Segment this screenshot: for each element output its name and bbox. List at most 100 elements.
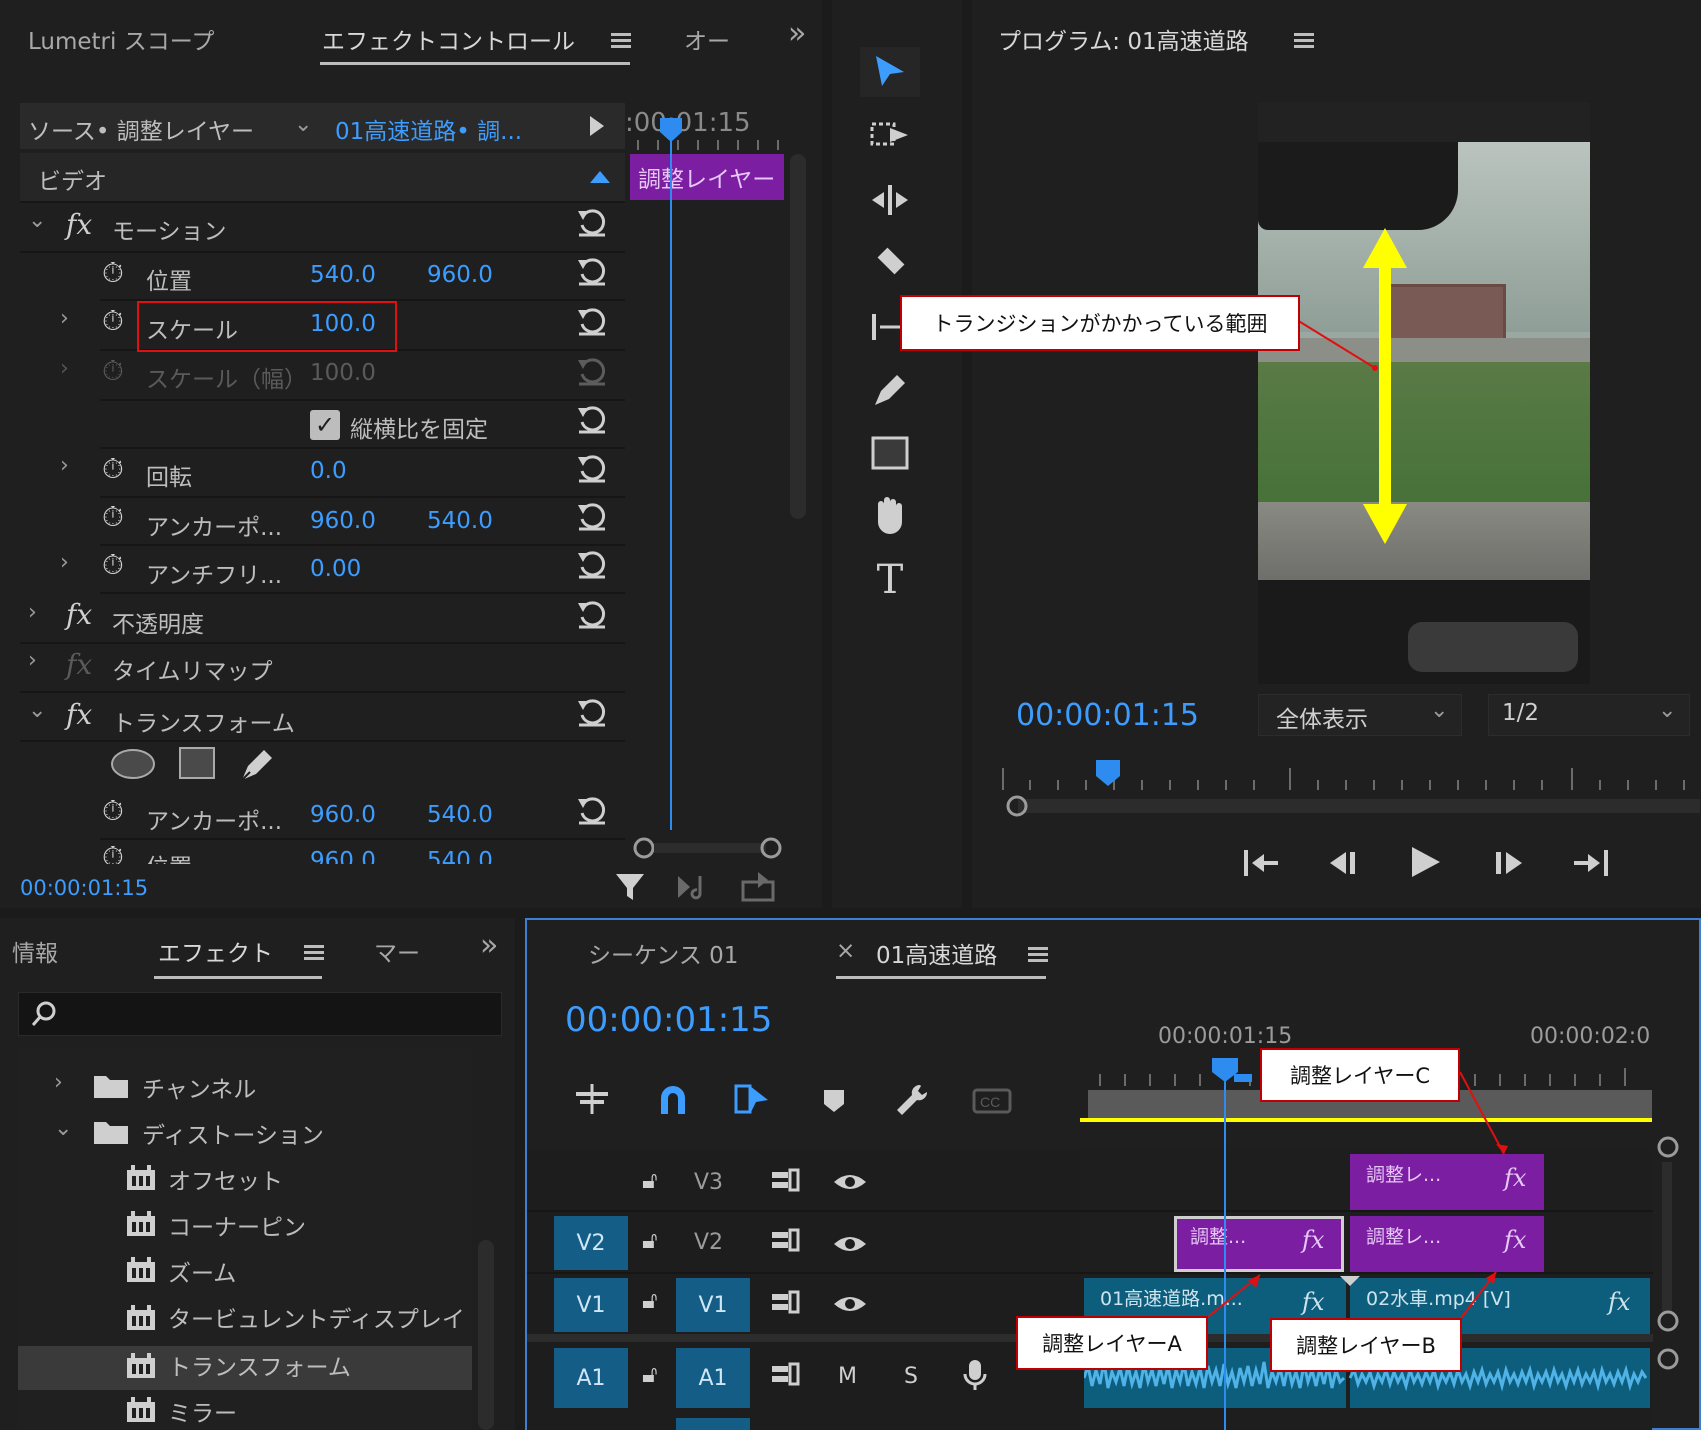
vertical-zoom-handle[interactable] [1655, 1346, 1681, 1372]
add-marker-icon[interactable] [822, 1088, 846, 1116]
mini-zoom-bar[interactable] [630, 836, 790, 860]
transform-row[interactable] [20, 692, 625, 742]
lock-icon[interactable]: 🔓︎ [642, 1166, 658, 1194]
go-to-out-icon[interactable] [1570, 846, 1610, 880]
tab-markers[interactable]: マー [374, 934, 420, 968]
chevron-down-icon[interactable]: ⌄ [1658, 698, 1676, 723]
anchor-x-value[interactable]: 960.0 [310, 508, 376, 534]
track-target-v1[interactable]: V1 [676, 1278, 750, 1332]
effect-item[interactable]: タービュレントディスプレイ [168, 1300, 465, 1334]
linked-selection-icon[interactable] [732, 1082, 772, 1118]
program-timecode[interactable]: 00:00:01:15 [1016, 698, 1199, 733]
ripple-edit-tool-icon[interactable] [860, 175, 920, 225]
panel-menu-icon[interactable] [304, 942, 324, 963]
fx-icon[interactable]: fx [66, 698, 92, 731]
lock-icon[interactable]: 🔓︎ [642, 1286, 658, 1314]
vertical-zoom-handle[interactable] [1655, 1134, 1681, 1160]
panel-menu-icon[interactable] [1294, 30, 1314, 51]
reset-icon[interactable] [575, 451, 609, 485]
play-audio-icon[interactable] [676, 872, 716, 902]
monitor-playhead-icon[interactable] [1094, 760, 1122, 790]
sync-lock-icon[interactable] [770, 1168, 802, 1196]
source-patch-v2[interactable]: V2 [554, 1216, 628, 1270]
timeline-timecode[interactable]: 00:00:01:15 [565, 1000, 772, 1040]
source-patch-v1[interactable]: V1 [554, 1278, 628, 1332]
anchor-y-value[interactable]: 540.0 [427, 508, 493, 534]
chevron-down-icon[interactable]: ⌄ [294, 112, 312, 137]
more-tabs-icon[interactable]: » [480, 928, 498, 963]
transform-position-y[interactable]: 540.0 [427, 848, 493, 864]
mini-scrollbar[interactable] [790, 154, 806, 519]
reset-icon[interactable] [575, 547, 609, 581]
stopwatch-icon[interactable]: ⏱ [102, 500, 124, 534]
microphone-icon[interactable] [962, 1358, 988, 1392]
reset-icon[interactable] [575, 254, 609, 288]
tab-info[interactable]: 情報 [12, 934, 58, 968]
razor-tool-icon[interactable] [860, 238, 920, 288]
panel-menu-icon[interactable] [611, 30, 631, 51]
source-label[interactable]: ソース• 調整レイヤー [28, 112, 254, 146]
filter-icon[interactable] [614, 870, 648, 904]
step-forward-icon[interactable] [1490, 846, 1526, 880]
effect-item[interactable]: ズーム [168, 1254, 236, 1288]
effect-timecode[interactable]: 00:00:01:15 [20, 876, 148, 900]
panel-menu-icon[interactable] [1028, 944, 1048, 965]
expand-chevron-icon[interactable]: › [60, 306, 69, 331]
rectangle-tool-icon[interactable] [860, 428, 920, 478]
mini-playhead-icon[interactable] [657, 118, 687, 148]
vertical-zoom-handle[interactable] [1655, 1308, 1681, 1334]
fx-icon[interactable]: fx [66, 208, 92, 241]
sync-lock-icon[interactable] [770, 1362, 802, 1390]
transform-anchor-x[interactable]: 960.0 [310, 802, 376, 828]
tab-effect-controls[interactable]: エフェクトコントロール [322, 22, 575, 56]
source-patch-a1[interactable]: A1 [554, 1348, 628, 1408]
antiflicker-value[interactable]: 0.00 [310, 556, 361, 582]
eye-icon[interactable] [832, 1232, 868, 1256]
sync-lock-icon[interactable] [770, 1228, 802, 1256]
program-monitor-title[interactable]: プログラム: 01高速道路 [998, 22, 1249, 56]
expand-chevron-icon[interactable]: › [60, 453, 69, 478]
position-y-value[interactable]: 960.0 [427, 262, 493, 288]
hand-tool-icon[interactable] [860, 490, 920, 540]
pen-mask-icon[interactable] [238, 744, 278, 784]
sync-lock-icon[interactable] [770, 1290, 802, 1318]
play-icon[interactable] [1408, 844, 1444, 880]
expand-chevron-icon[interactable]: ⌄ [54, 1116, 72, 1141]
expand-chevron-icon[interactable]: ⌄ [28, 208, 46, 233]
wrench-icon[interactable] [894, 1082, 930, 1118]
stopwatch-icon[interactable]: ⏱ [102, 840, 124, 864]
stopwatch-icon[interactable]: ⏱ [102, 256, 124, 290]
stopwatch-icon[interactable]: ⏱ [102, 452, 124, 486]
tab-lumetri-scopes[interactable]: Lumetri スコープ [28, 22, 214, 56]
expand-chevron-icon[interactable]: ⌄ [28, 698, 46, 723]
tab-01-highway[interactable]: 01高速道路 [876, 936, 997, 970]
effect-item[interactable]: チャンネル [142, 1070, 256, 1104]
effect-item[interactable]: ミラー [168, 1394, 237, 1428]
expand-chevron-icon[interactable]: › [54, 1070, 63, 1095]
collapse-up-icon[interactable] [590, 171, 610, 183]
rotation-value[interactable]: 0.0 [310, 458, 347, 484]
type-tool-icon[interactable]: T [860, 555, 920, 605]
tab-sequence-01[interactable]: シーケンス 01 [588, 936, 738, 970]
reset-icon[interactable] [575, 304, 609, 338]
more-tabs-icon[interactable]: » [788, 16, 806, 51]
rectangle-mask-icon[interactable] [178, 746, 216, 780]
tab-audio[interactable]: オー [684, 22, 730, 56]
insert-nest-icon[interactable] [572, 1082, 612, 1116]
vertical-scrollbar[interactable] [1662, 1162, 1672, 1312]
export-icon[interactable] [740, 870, 776, 902]
reset-icon[interactable] [575, 695, 609, 729]
captions-icon[interactable]: CC [972, 1088, 1012, 1114]
go-to-in-icon[interactable] [1242, 846, 1282, 880]
close-tab-icon[interactable]: × [836, 938, 855, 964]
reset-icon[interactable] [575, 793, 609, 827]
fx-icon[interactable]: fx [66, 598, 92, 631]
pen-tool-icon[interactable] [860, 365, 920, 415]
effect-item[interactable]: オフセット [168, 1162, 283, 1196]
opacity-row[interactable] [20, 594, 625, 644]
chevron-down-icon[interactable]: ⌄ [1430, 698, 1448, 723]
effect-item[interactable]: トランスフォーム [168, 1348, 351, 1382]
selection-tool-icon[interactable] [860, 47, 920, 97]
position-x-value[interactable]: 540.0 [310, 262, 376, 288]
reset-icon[interactable] [575, 597, 609, 631]
